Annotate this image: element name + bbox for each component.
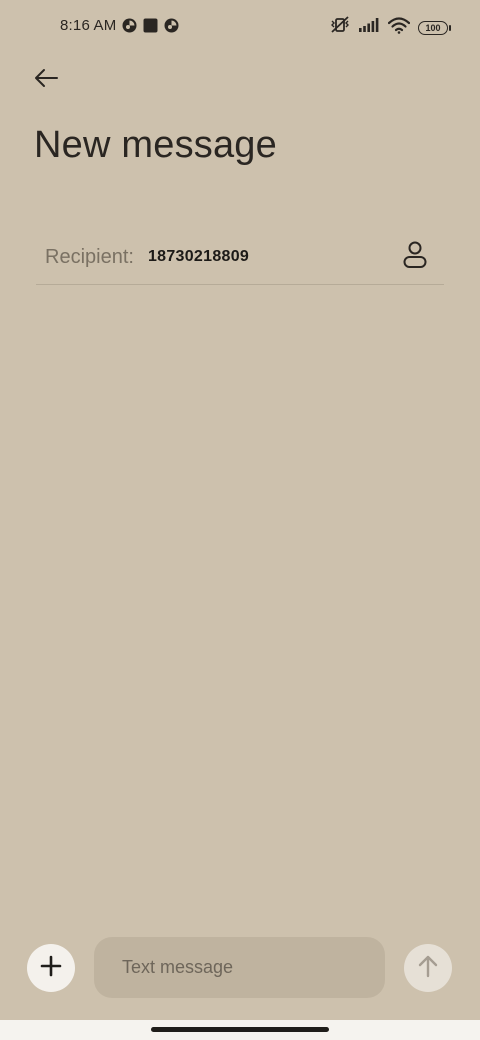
recipient-value[interactable]: 18730218809 [148, 248, 249, 266]
recipient-label: Recipient: [45, 245, 134, 268]
person-icon [402, 241, 428, 274]
battery-indicator: 100 [418, 20, 451, 35]
add-attachment-button[interactable] [27, 944, 75, 992]
navigation-bar [0, 1020, 480, 1040]
home-indicator[interactable] [151, 1027, 329, 1032]
status-bar-right: 100 [330, 16, 451, 39]
plus-icon [40, 955, 62, 982]
message-input[interactable] [94, 937, 385, 998]
app-notification-icon [122, 18, 137, 33]
wifi-icon [387, 16, 411, 39]
send-button[interactable] [404, 944, 452, 992]
status-bar: 8:16 AM 100 [0, 0, 480, 56]
recipient-field[interactable]: Recipient: 18730218809 [36, 230, 444, 285]
mute-vibrate-icon [330, 16, 350, 39]
back-button[interactable] [28, 64, 64, 96]
page-title: New message [34, 124, 277, 166]
status-bar-left: 8:16 AM [60, 17, 179, 34]
square-notification-icon [143, 18, 158, 33]
app-notification-icon [164, 18, 179, 33]
select-contact-button[interactable] [400, 241, 430, 274]
signal-icon [358, 17, 380, 38]
arrow-up-icon [417, 954, 439, 983]
new-message-screen: 8:16 AM 100 New message Recipient: 18730… [0, 0, 480, 1040]
status-time: 8:16 AM [60, 17, 117, 34]
back-arrow-icon [33, 68, 59, 93]
